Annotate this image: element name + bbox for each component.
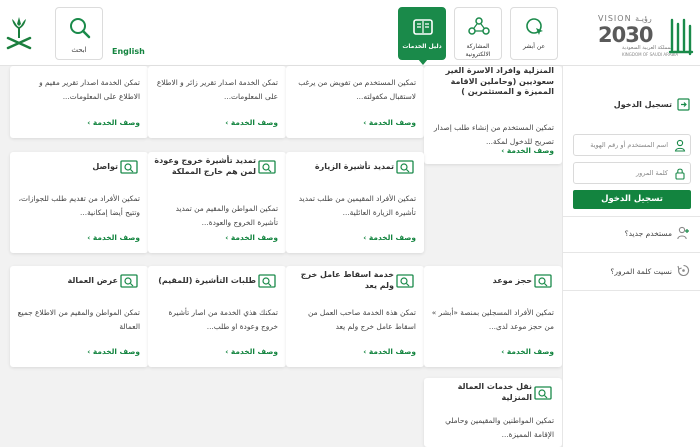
monitor-search-icon — [258, 160, 276, 174]
lock-icon — [675, 168, 685, 180]
service-card[interactable]: طلبات التأشيرة (للمقيم) تمكنك هذي الخدمة… — [148, 266, 286, 367]
user-icon — [674, 139, 686, 152]
people-network-icon — [468, 17, 490, 35]
nav-label: دليل الخدمات — [402, 43, 442, 50]
new-user-link[interactable]: مستخدم جديد؟ — [625, 229, 672, 238]
username-field[interactable]: اسم المستخدم أو رقم الهوية — [573, 134, 691, 156]
service-description-link[interactable]: وصف الخدمة › — [363, 347, 416, 356]
service-description-link[interactable]: وصف الخدمة › — [87, 233, 140, 242]
service-card[interactable]: تمكن الخدمة اصدار تقرير زائر و الاطلاع ع… — [148, 66, 286, 138]
service-description-link[interactable]: وصف الخدمة › — [87, 347, 140, 356]
search-label: ابحث — [71, 46, 87, 54]
divider — [563, 290, 700, 291]
book-icon — [413, 19, 433, 35]
service-description-link[interactable]: وصف الخدمة › — [501, 146, 554, 155]
service-description-link[interactable]: وصف الخدمة › — [225, 118, 278, 127]
service-card[interactable]: حجز موعد تمكين الأفراد المسجلين بمنصة «أ… — [424, 266, 562, 367]
pointer-circle-icon — [526, 18, 543, 35]
language-switch-link[interactable]: English — [112, 47, 145, 56]
service-card[interactable]: نقل خدمات العمالة المنزلية تمكين المواطن… — [424, 378, 562, 447]
monitor-search-icon — [120, 160, 138, 174]
service-card[interactable]: المنزلية وافراد الاسرة الغير سعوديين (وح… — [424, 66, 562, 164]
saudi-emblem-icon[interactable] — [2, 14, 36, 52]
login-icon — [677, 98, 690, 111]
monitor-search-icon — [396, 160, 414, 174]
service-description-link[interactable]: وصف الخدمة › — [225, 233, 278, 242]
divider — [563, 252, 700, 253]
nav-label: المشاركة الالكترونية — [465, 43, 491, 58]
vision-2030-logo[interactable]: VISION رؤيـة 2030 المملكة العربية السعود… — [596, 12, 696, 62]
new-user-icon — [677, 226, 689, 240]
service-description-link[interactable]: وصف الخدمة › — [363, 118, 416, 127]
monitor-search-icon — [396, 274, 414, 288]
monitor-search-icon — [120, 274, 138, 288]
service-description-link[interactable]: وصف الخدمة › — [363, 233, 416, 242]
divider — [563, 216, 700, 217]
monitor-search-icon — [534, 274, 552, 288]
forgot-password-link[interactable]: نسيت كلمة المرور؟ — [610, 267, 672, 276]
reset-password-icon — [677, 264, 690, 277]
nav-e-participation[interactable]: المشاركة الالكترونية — [454, 7, 502, 60]
nav-label: عن أبشر — [522, 43, 546, 50]
service-card[interactable]: عرض العمالة تمكن المواطن والمقيم من الاط… — [10, 266, 148, 367]
login-button[interactable]: تسجيل الدخول — [573, 190, 691, 209]
monitor-search-icon — [258, 274, 276, 288]
service-card[interactable]: تمكن الخدمة اصدار تقرير مقيم و الاطلاع ع… — [10, 66, 148, 138]
search-icon — [70, 18, 91, 39]
nav-services-guide[interactable]: دليل الخدمات — [398, 7, 446, 65]
nav-about-absher[interactable]: عن أبشر — [510, 7, 558, 60]
service-description-link[interactable]: وصف الخدمة › — [87, 118, 140, 127]
login-heading: تسجيل الدخول — [613, 100, 672, 109]
service-card[interactable]: تواصل تمكين الأفراد من تقديم طلب للجوازا… — [10, 152, 148, 253]
service-description-link[interactable]: وصف الخدمة › — [225, 347, 278, 356]
top-header: ابحث English دليل الخدمات المشاركة الالك… — [0, 0, 700, 66]
search-button[interactable]: ابحث — [55, 7, 103, 60]
absher-logo-icon — [668, 18, 694, 56]
service-card[interactable]: تمديد تأشيرة الزيارة تمكين الأفراد المقي… — [286, 152, 424, 253]
monitor-search-icon — [534, 386, 552, 400]
password-field[interactable]: كلمة المرور — [573, 162, 691, 184]
login-sidebar: تسجيل الدخول اسم المستخدم أو رقم الهوية … — [562, 66, 700, 447]
service-card[interactable]: خدمة اسقاط عامل خرج ولم يعد تمكن هذة الخ… — [286, 266, 424, 367]
service-description-link[interactable]: وصف الخدمة › — [501, 347, 554, 356]
service-card[interactable]: تمديد تأشيرة خروج وعودة لمن هم خارج المم… — [148, 152, 286, 253]
service-card[interactable]: تمكين المستخدم من تفويض من يرغب لاستقبال… — [286, 66, 424, 138]
